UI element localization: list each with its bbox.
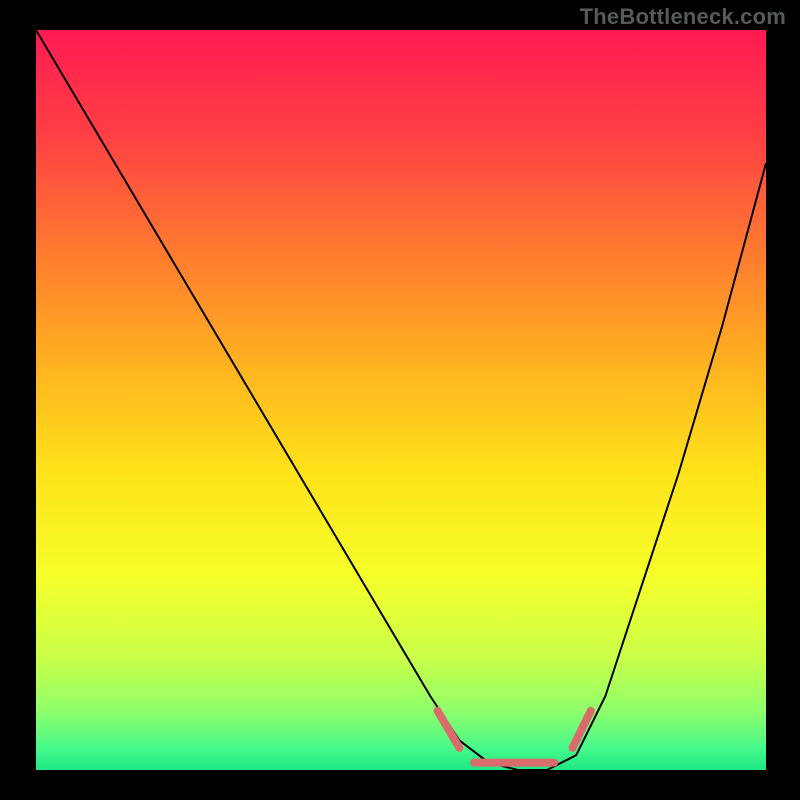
chart-background — [36, 30, 766, 770]
chart-svg — [36, 30, 766, 770]
chart-frame: TheBottleneck.com — [0, 0, 800, 800]
watermark-text: TheBottleneck.com — [580, 4, 786, 30]
chart-plot-area — [36, 30, 766, 770]
